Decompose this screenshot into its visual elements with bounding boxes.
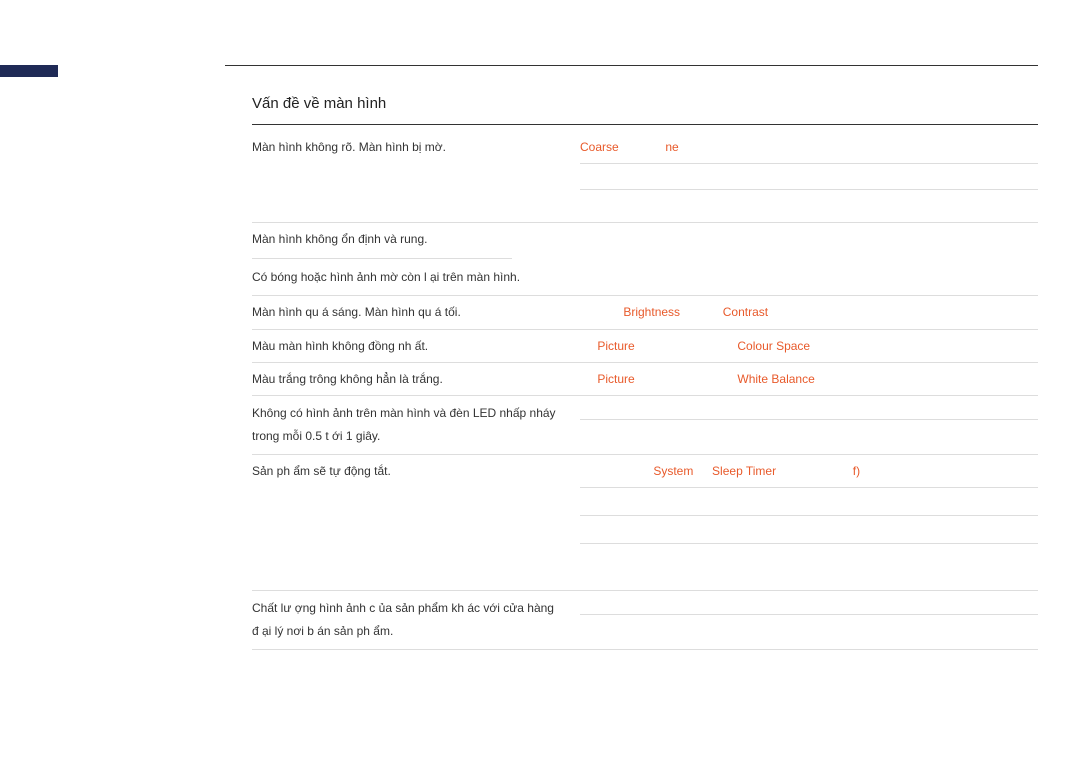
- table-row: Màu màn hình không đồng nh ất. Picture C…: [252, 330, 1038, 363]
- problem-text: Chất lư ợng hình ảnh c ủa sản phẩm kh ác…: [252, 597, 560, 643]
- problem-text: Sản ph ẩm sẽ tự động tắt.: [252, 461, 560, 481]
- problem-text: Màn hình qu á sáng. Màn hình qu á tối.: [252, 302, 560, 322]
- table-row: Sản ph ẩm sẽ tự động tắt. System Sleep T…: [252, 455, 1038, 590]
- menu-term: Contrast: [723, 305, 768, 319]
- menu-term: f): [853, 464, 860, 478]
- table-row: Chất lư ợng hình ảnh c ủa sản phẩm kh ác…: [252, 591, 1038, 649]
- solution-text: System Sleep Timer f): [560, 461, 1038, 584]
- problem-text: Màu màn hình không đồng nh ất.: [252, 336, 560, 356]
- menu-term: Picture: [597, 372, 634, 386]
- table-row: Màn hình không rõ. Màn hình bị mờ. Coars…: [252, 131, 1038, 222]
- solution-text: Picture Colour Space: [560, 336, 1038, 356]
- top-horizontal-rule: [225, 65, 1038, 66]
- solution-text: [560, 402, 1038, 448]
- solution-text: Picture White Balance: [560, 369, 1038, 389]
- table-row: Không có hình ảnh trên màn hình và đèn L…: [252, 396, 1038, 454]
- problem-text: Không có hình ảnh trên màn hình và đèn L…: [252, 402, 560, 448]
- menu-term: Sleep Timer: [712, 464, 776, 478]
- problem-text: Màu trắng trông không hẳn là trắng.: [252, 369, 560, 389]
- table-row: Màn hình qu á sáng. Màn hình qu á tối. B…: [252, 296, 1038, 329]
- menu-term: White Balance: [737, 372, 814, 386]
- menu-term: Brightness: [623, 305, 680, 319]
- menu-term: Picture: [597, 339, 634, 353]
- menu-term: Coarse: [580, 140, 619, 154]
- table-row: Màn hình không ổn định và rung. Có bóng …: [252, 223, 1038, 296]
- problem-text: Màn hình không rõ. Màn hình bị mờ.: [252, 137, 560, 157]
- solution-text: Coarse ne: [560, 137, 1038, 216]
- side-tab-marker: [0, 65, 58, 77]
- solution-text: Brightness Contrast: [560, 302, 1038, 322]
- menu-term: System: [653, 464, 693, 478]
- table-row: Màu trắng trông không hẳn là trắng. Pict…: [252, 363, 1038, 396]
- problem-text: Có bóng hoặc hình ảnh mờ còn l ại trên m…: [252, 259, 560, 295]
- menu-term: ne: [665, 140, 678, 154]
- problem-text: Màn hình không ổn định và rung.: [252, 229, 512, 258]
- solution-text: [560, 597, 1038, 639]
- menu-term: Colour Space: [737, 339, 810, 353]
- content-area: Vấn đề về màn hình Màn hình không rõ. Mà…: [252, 95, 1038, 650]
- section-title: Vấn đề về màn hình: [252, 95, 1038, 125]
